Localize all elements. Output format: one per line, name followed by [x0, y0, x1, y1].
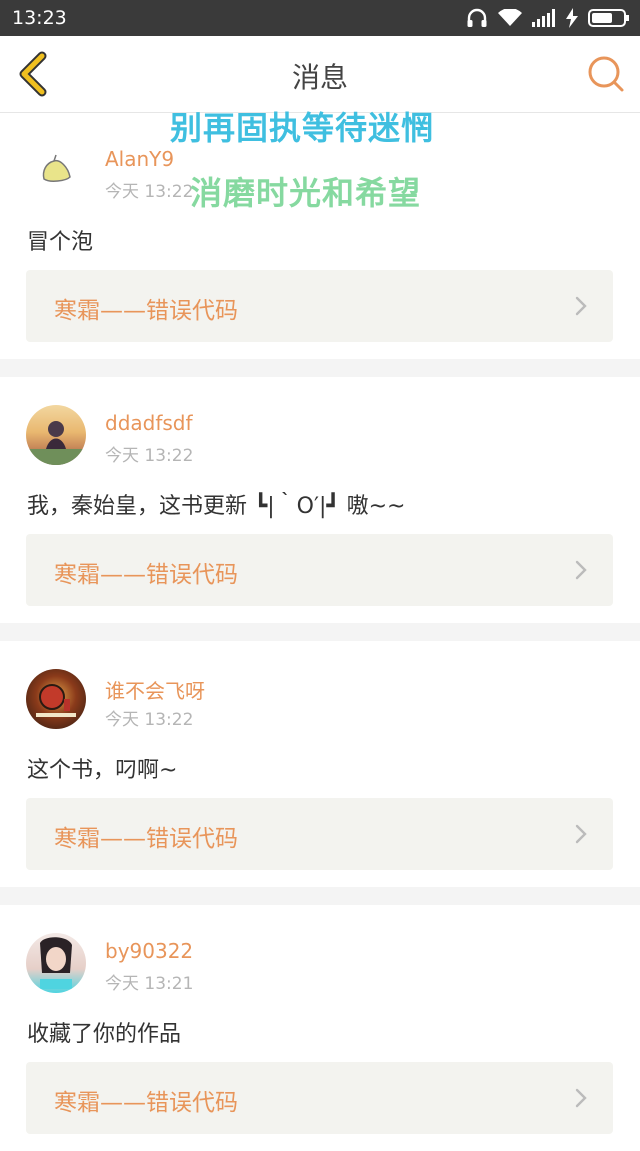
avatar[interactable]	[26, 669, 86, 729]
battery-icon	[588, 9, 629, 27]
timestamp: 今天 13:22	[105, 182, 194, 202]
search-icon	[588, 56, 624, 92]
message-card[interactable]: by90322 今天 13:21 收藏了你的作品 寒霜——错误代码	[0, 905, 640, 1151]
timestamp: 今天 13:22	[105, 710, 194, 730]
avatar[interactable]	[26, 933, 86, 993]
search-button[interactable]	[586, 54, 626, 94]
username[interactable]: ddadfsdf	[105, 411, 193, 435]
avatar-plant-icon	[42, 154, 71, 182]
signal-icon	[532, 9, 555, 27]
chevron-right-icon	[575, 296, 587, 316]
message-text: 这个书，叼啊~	[27, 758, 178, 783]
avatar-sunset-icon	[26, 421, 86, 465]
status-icons	[466, 6, 630, 30]
chevron-right-icon	[575, 560, 587, 580]
overlay-caption-1: 别再固执等待迷惘	[170, 109, 435, 147]
avatar-lamp-icon	[36, 684, 76, 717]
work-link-label: 寒霜——错误代码	[54, 826, 238, 852]
overlay-caption-2: 消磨时光和希望	[190, 174, 422, 212]
chevron-right-icon	[575, 1088, 587, 1108]
headphones-icon	[467, 8, 487, 27]
timestamp: 今天 13:22	[105, 446, 194, 466]
username[interactable]: AlanY9	[105, 147, 174, 171]
work-link[interactable]: 寒霜——错误代码	[26, 798, 613, 870]
work-link[interactable]: 寒霜——错误代码	[26, 270, 613, 342]
message-card[interactable]: AlanY9 今天 13:22 冒个泡 寒霜——错误代码	[0, 113, 640, 359]
work-link-label: 寒霜——错误代码	[54, 298, 238, 324]
work-link[interactable]: 寒霜——错误代码	[26, 534, 613, 606]
avatar[interactable]	[26, 141, 86, 201]
charging-icon	[566, 8, 578, 28]
message-card[interactable]: ddadfsdf 今天 13:22 我，秦始皇，这书更新 ┗|｀O′|┛ 嗷~~…	[0, 377, 640, 623]
header-bar: 消息	[0, 36, 640, 113]
message-text: 收藏了你的作品	[27, 1022, 182, 1047]
page-title: 消息	[291, 61, 348, 94]
work-link-label: 寒霜——错误代码	[54, 1090, 238, 1116]
wifi-icon	[498, 9, 522, 26]
username[interactable]: by90322	[105, 939, 193, 963]
message-text: 冒个泡	[27, 230, 94, 255]
avatar[interactable]	[26, 405, 86, 465]
chevron-right-icon	[575, 824, 587, 844]
message-text: 我，秦始皇，这书更新 ┗|｀O′|┛ 嗷~~	[27, 494, 406, 519]
status-bar: 13:23	[0, 0, 640, 36]
timestamp: 今天 13:21	[105, 974, 194, 994]
avatar-portrait-icon	[40, 937, 72, 989]
work-link[interactable]: 寒霜——错误代码	[26, 1062, 613, 1134]
username[interactable]: 谁不会飞呀	[105, 675, 205, 704]
message-card[interactable]: 谁不会飞呀 今天 13:22 这个书，叼啊~ 寒霜——错误代码	[0, 641, 640, 887]
work-link-label: 寒霜——错误代码	[54, 562, 238, 588]
status-time: 13:23	[12, 7, 67, 29]
